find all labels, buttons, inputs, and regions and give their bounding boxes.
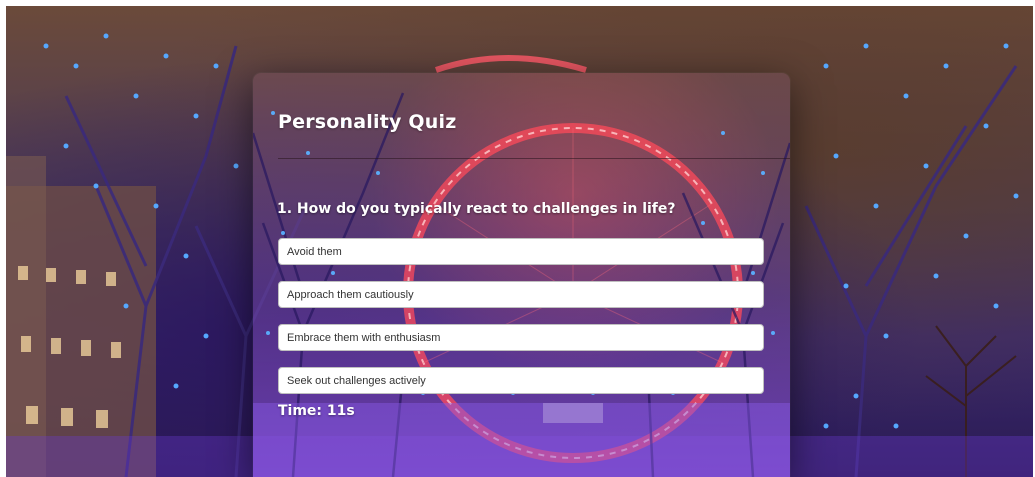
answer-option-3[interactable]: Embrace them with enthusiasm	[278, 324, 764, 351]
answer-option-label: Avoid them	[287, 245, 342, 258]
title-divider	[278, 158, 790, 159]
quiz-title: Personality Quiz	[278, 111, 457, 133]
answer-option-label: Seek out challenges actively	[287, 374, 426, 387]
question-text: 1. How do you typically react to challen…	[277, 201, 676, 217]
quiz-content: Personality Quiz 1. How do you typically…	[253, 73, 790, 477]
answer-option-1[interactable]: Avoid them	[278, 238, 764, 265]
quiz-card: Personality Quiz 1. How do you typically…	[253, 73, 790, 477]
answer-option-label: Approach them cautiously	[287, 288, 414, 301]
page: Personality Quiz 1. How do you typically…	[0, 0, 1035, 477]
answer-options: Avoid them Approach them cautiously Embr…	[278, 238, 764, 410]
timer-text: Time: 11s	[278, 403, 355, 419]
answer-option-4[interactable]: Seek out challenges actively	[278, 367, 764, 394]
answer-option-2[interactable]: Approach them cautiously	[278, 281, 764, 308]
answer-option-label: Embrace them with enthusiasm	[287, 331, 441, 344]
